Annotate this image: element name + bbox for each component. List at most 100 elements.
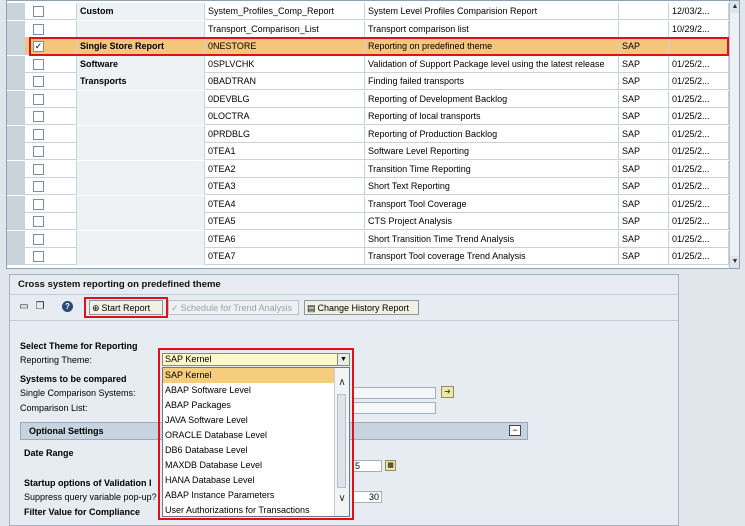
checkbox[interactable] [33, 181, 44, 192]
row-selector[interactable] [7, 125, 25, 143]
value-help-icon[interactable]: ➜ [441, 386, 454, 398]
table-row[interactable]: 0TEA6 Short Transition Time Trend Analysi… [7, 230, 729, 248]
checkbox[interactable] [33, 76, 44, 87]
scroll-down-icon[interactable]: ▼ [730, 256, 739, 268]
row-checkbox-cell[interactable] [25, 3, 77, 20]
group-cell [77, 125, 205, 143]
table-row[interactable]: 0TEA4 Transport Tool Coverage SAP 01/25/2..… [7, 195, 729, 213]
date-cell: 01/25/2... [669, 55, 729, 73]
row-checkbox-cell[interactable] [25, 125, 77, 143]
select-theme-heading: Select Theme for Reporting [20, 341, 138, 351]
calendar-icon[interactable]: ▦ [385, 460, 396, 471]
row-selector[interactable] [7, 248, 25, 265]
checkbox[interactable] [33, 198, 44, 210]
checkbox[interactable] [33, 128, 44, 140]
start-report-annotation [84, 297, 168, 318]
table-row[interactable]: Transport_Comparison_List Transport compa… [7, 20, 729, 38]
row-checkbox-cell[interactable] [25, 230, 77, 248]
row-selector[interactable] [7, 160, 25, 178]
row-checkbox-cell[interactable] [25, 213, 77, 230]
row-checkbox-cell[interactable] [25, 143, 77, 160]
source-cell: SAP [619, 195, 669, 213]
table-row[interactable]: Transports 0BADTRAN Finding failed transpo… [7, 73, 729, 90]
row-checkbox-cell[interactable] [25, 90, 77, 108]
description-cell: Transport Tool coverage Trend Analysis [365, 248, 619, 265]
table-row[interactable]: 0LOCTRA Reporting of local transports SAP 0… [7, 108, 729, 125]
description-cell: Transition Time Reporting [365, 160, 619, 178]
history-icon: ▤ [307, 303, 316, 313]
schedule-button[interactable]: ✓ Schedule for Trend Analysis [168, 300, 299, 315]
filter-value-label: Filter Value for Compliance [24, 507, 141, 517]
date-cell: 12/03/2... [669, 3, 729, 20]
table-row[interactable]: 0TEA7 Transport Tool coverage Trend Analy… [7, 248, 729, 265]
row-selector[interactable] [7, 108, 25, 125]
row-checkbox-cell[interactable] [25, 55, 77, 73]
scroll-up-icon[interactable]: ▲ [730, 1, 739, 13]
collapse-icon[interactable]: − [509, 425, 521, 436]
single-systems-input[interactable] [352, 387, 436, 399]
save-icon[interactable]: ▭ [18, 301, 30, 313]
row-selector[interactable] [7, 55, 25, 73]
row-checkbox-cell[interactable] [25, 108, 77, 125]
report-id-cell: 0TEA4 [205, 195, 365, 213]
report-id-cell: 0BADTRAN [205, 73, 365, 90]
description-cell: Reporting of Development Backlog [365, 90, 619, 108]
row-selector[interactable] [7, 178, 25, 195]
checkbox[interactable] [33, 251, 44, 262]
checkbox[interactable] [33, 216, 44, 227]
row-selector[interactable] [7, 3, 25, 20]
row-checkbox-cell[interactable] [25, 195, 77, 213]
change-history-button[interactable]: ▤ Change History Report [304, 300, 419, 315]
source-cell: SAP [619, 143, 669, 160]
source-cell: SAP [619, 73, 669, 90]
report-id-cell: 0TEA7 [205, 248, 365, 265]
checkbox[interactable] [33, 58, 44, 70]
checkbox[interactable] [33, 163, 44, 175]
report-id-cell: 0TEA3 [205, 178, 365, 195]
checkbox[interactable] [33, 93, 44, 105]
row-checkbox-cell[interactable] [25, 73, 77, 90]
copy-icon[interactable]: ❐ [34, 301, 46, 313]
group-cell [77, 213, 205, 230]
row-selector[interactable] [7, 90, 25, 108]
comparison-list-input[interactable] [352, 402, 436, 414]
description-cell: Validation of Support Package level usin… [365, 55, 619, 73]
help-icon[interactable]: ? [62, 301, 73, 312]
checkbox[interactable] [33, 233, 44, 245]
date-cell: 01/25/2... [669, 125, 729, 143]
checkbox[interactable] [33, 146, 44, 157]
table-row[interactable]: Custom System_Profiles_Comp_Report System … [7, 3, 729, 20]
checkbox[interactable] [33, 111, 44, 122]
row-selector[interactable] [7, 20, 25, 38]
row-selector[interactable] [7, 73, 25, 90]
table-row[interactable]: 0DEVBLG Reporting of Development Backlog S… [7, 90, 729, 108]
row-checkbox-cell[interactable] [25, 178, 77, 195]
row-selector[interactable] [7, 230, 25, 248]
table-row[interactable]: 0TEA2 Transition Time Reporting SAP 01/25/2… [7, 160, 729, 178]
row-selector[interactable] [7, 195, 25, 213]
suppress-input[interactable]: 30 [352, 491, 382, 503]
table-row[interactable]: 0TEA3 Short Text Reporting SAP 01/25/2... [7, 178, 729, 195]
row-checkbox-cell[interactable] [25, 20, 77, 38]
date-field[interactable]: 5 [352, 460, 382, 472]
report-id-cell: System_Profiles_Comp_Report [205, 3, 365, 20]
table-scrollbar[interactable]: ▲ ▼ [729, 1, 739, 268]
table-row[interactable]: 0TEA5 CTS Project Analysis SAP 01/25/2... [7, 213, 729, 230]
report-table: Custom System_Profiles_Comp_Report System … [6, 0, 740, 269]
group-cell [77, 20, 205, 38]
report-id-cell: 0TEA1 [205, 143, 365, 160]
table-row[interactable]: 0TEA1 Software Level Reporting SAP 01/25/2.… [7, 143, 729, 160]
row-checkbox-cell[interactable] [25, 160, 77, 178]
table-row[interactable]: 0PRDBLG Reporting of Production Backlog SA… [7, 125, 729, 143]
row-selector[interactable] [7, 38, 25, 55]
row-selector[interactable] [7, 143, 25, 160]
row-checkbox-cell[interactable] [25, 248, 77, 265]
group-cell [77, 195, 205, 213]
checkbox[interactable] [33, 6, 44, 17]
schedule-label: Schedule for Trend Analysis [180, 303, 293, 313]
checkbox[interactable] [33, 23, 44, 35]
row-selector[interactable] [7, 213, 25, 230]
report-id-cell: 0TEA5 [205, 213, 365, 230]
group-cell [77, 108, 205, 125]
table-row[interactable]: Software 0SPLVCHK Validation of Support Pa… [7, 55, 729, 73]
